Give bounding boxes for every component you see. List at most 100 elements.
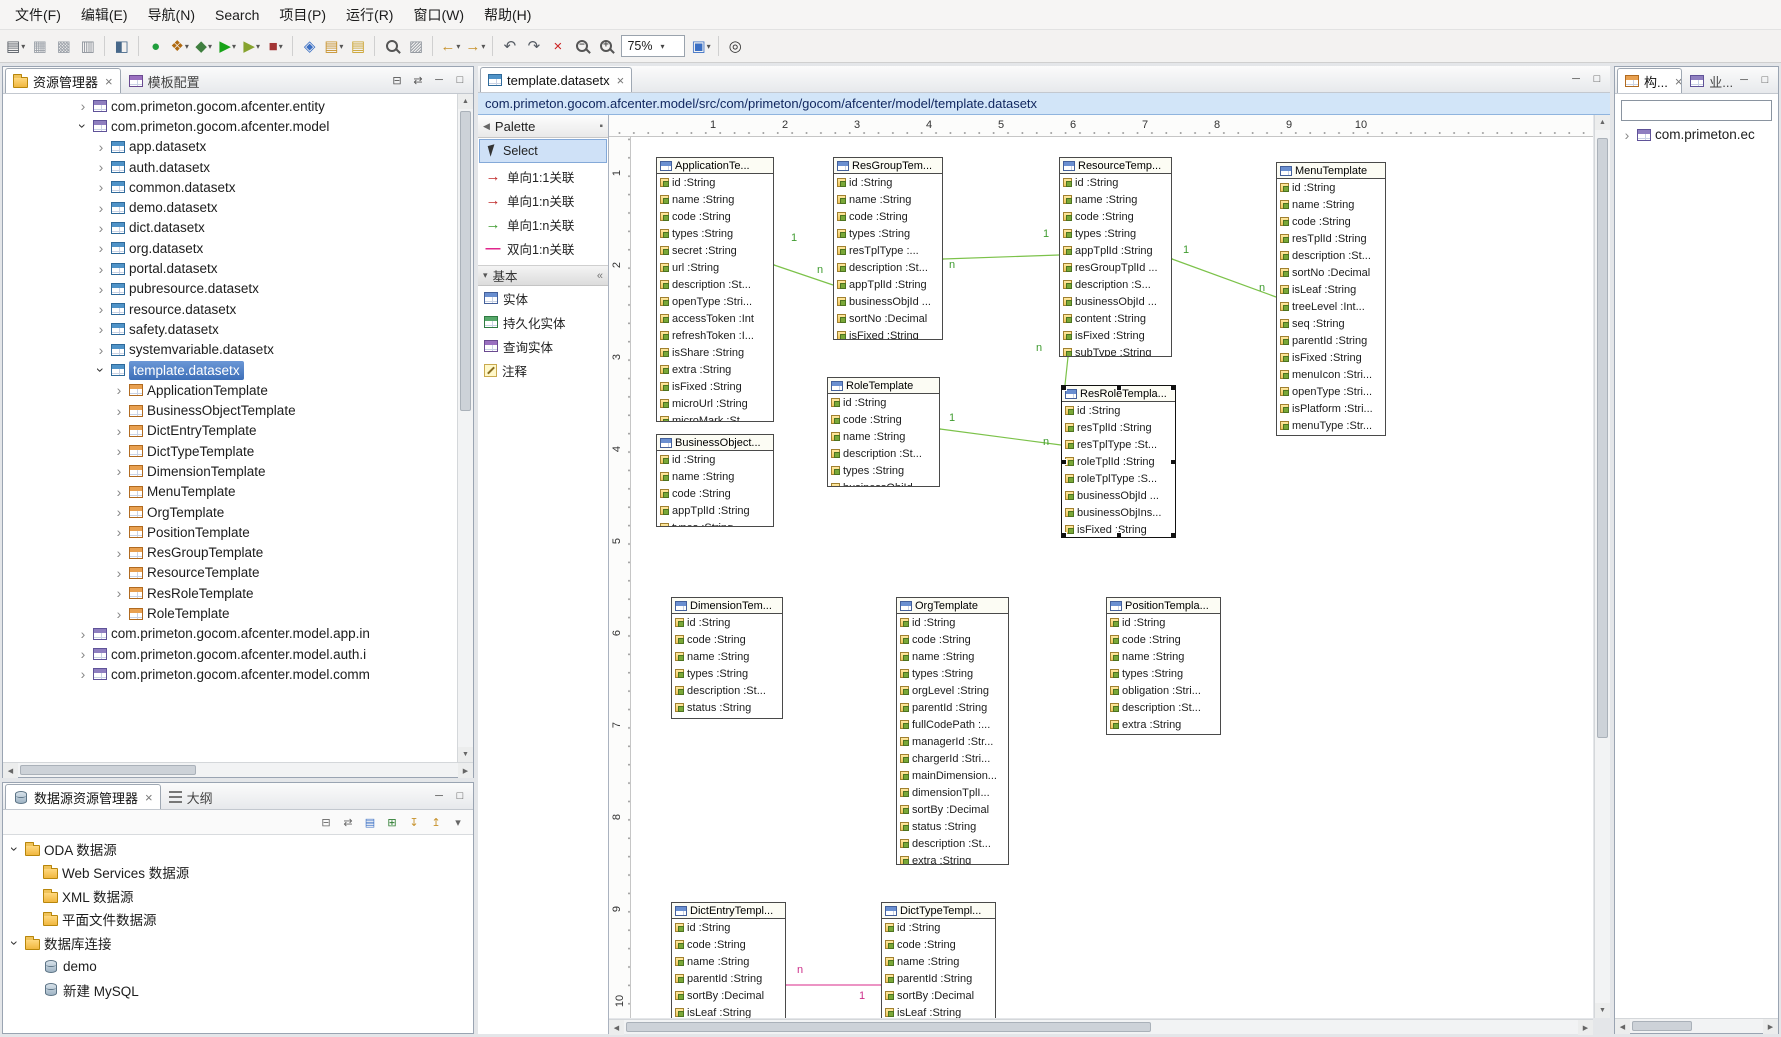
entity-field[interactable]: status :String	[672, 699, 782, 716]
tree-item[interactable]: ›ResGroupTemplate	[3, 543, 457, 563]
entity-field[interactable]: openType :Stri...	[1277, 383, 1385, 400]
entity-field[interactable]: name :String	[672, 953, 785, 970]
entity-field[interactable]: parentId :String	[882, 970, 995, 987]
entity-field[interactable]: name :String	[882, 953, 995, 970]
tree-item[interactable]: ›systemvariable.datasetx	[3, 340, 457, 360]
annotations-button[interactable]: ▨	[404, 34, 427, 58]
entity-field[interactable]: sortNo :Decimal	[1277, 264, 1385, 281]
entity-field[interactable]: code :String	[657, 485, 773, 502]
entity-field[interactable]: businessObjId	[828, 479, 939, 487]
palette-tool-2[interactable]: 查询实体	[478, 334, 608, 358]
new-wizard-button[interactable]: ▤▾	[4, 34, 27, 58]
scroll-up-button[interactable]: ▲	[1595, 115, 1610, 130]
tree-item-connection-demo[interactable]: ›demo	[3, 955, 457, 979]
entity-field[interactable]: name :String	[672, 648, 782, 665]
close-icon[interactable]: ×	[617, 73, 625, 88]
tree-item-oda-datasources[interactable]: ›ODA 数据源	[3, 837, 457, 861]
tree-item-database-connections[interactable]: ›数据库连接	[3, 931, 457, 955]
relationship-menu-resource[interactable]	[1172, 259, 1276, 297]
entity-field[interactable]: sortNo :Decimal	[834, 310, 942, 327]
palette-connection-tool-0[interactable]: →单向1:1关联	[478, 164, 608, 188]
entity-field[interactable]: name :String	[828, 428, 939, 445]
entity-field[interactable]: refreshToken :I...	[657, 327, 773, 344]
entity-field[interactable]: id :String	[897, 614, 1008, 631]
entity-field[interactable]: businessObjId ...	[1060, 293, 1171, 310]
tree-item[interactable]: ›ApplicationTemplate	[3, 380, 457, 400]
entity-field[interactable]: code :String	[1277, 213, 1385, 230]
zoom-in-button[interactable]: +	[594, 34, 617, 58]
palette-connection-tool-3[interactable]: —双向1:n关联	[478, 236, 608, 260]
entity-field[interactable]: fullCodePath :...	[897, 716, 1008, 733]
expand-chevron-icon[interactable]: ›	[113, 566, 125, 580]
palette-connection-tool-1[interactable]: →单向1:n关联	[478, 188, 608, 212]
zoom-level-select[interactable]: 75%▾	[621, 35, 685, 57]
entity-field[interactable]: code :String	[882, 936, 995, 953]
entity-field[interactable]: resTplId :String	[1277, 230, 1385, 247]
relationship-resgroup-application[interactable]	[774, 265, 833, 285]
redo-button[interactable]: ↷	[522, 34, 545, 58]
tree-item[interactable]: ›demo.datasetx	[3, 197, 457, 217]
expand-chevron-icon[interactable]: ›	[95, 262, 107, 276]
expand-chevron-icon[interactable]: ›	[113, 546, 125, 560]
datasource-maximize-button[interactable]: □	[451, 787, 469, 805]
entity-field[interactable]: name :String	[834, 191, 942, 208]
entity-field[interactable]: description :St...	[672, 682, 782, 699]
explorer-horizontal-scrollbar[interactable]: ◀ ▶	[3, 762, 473, 777]
entity-ResourceTemplate[interactable]: ResourceTemp...id :Stringname :Stringcod…	[1059, 157, 1172, 357]
ds-new-connection-button[interactable]: ⊞	[383, 813, 401, 831]
entity-field[interactable]: microUrl :String	[657, 395, 773, 412]
entity-field[interactable]: description :S...	[1060, 276, 1171, 293]
entity-field[interactable]: extra :String	[1107, 716, 1220, 733]
close-icon[interactable]: ×	[105, 74, 113, 89]
tree-item[interactable]: ›dict.datasetx	[3, 218, 457, 238]
tree-item[interactable]: ›safety.datasetx	[3, 319, 457, 339]
entity-field[interactable]: id :String	[882, 919, 995, 936]
expand-chevron-icon[interactable]: ›	[113, 505, 125, 519]
entity-field[interactable]: isShare :String	[657, 344, 773, 361]
data-source-explorer-button[interactable]: ▤▾	[322, 34, 345, 58]
delete-button[interactable]: ×	[546, 34, 569, 58]
scroll-thumb[interactable]	[626, 1022, 1151, 1032]
entity-field[interactable]: description :St...	[1107, 699, 1220, 716]
entity-field[interactable]: id :String	[672, 614, 782, 631]
explorer-minimize-button[interactable]: ─	[430, 71, 448, 89]
scroll-down-button[interactable]: ▼	[458, 747, 473, 762]
expand-chevron-icon[interactable]: ›	[113, 485, 125, 499]
scroll-left-button[interactable]: ◀	[1615, 1019, 1630, 1034]
entity-field[interactable]: isFixed :String	[1060, 327, 1171, 344]
entity-field[interactable]: resTplId :String	[1062, 419, 1175, 436]
palette-collapse-icon[interactable]: ◀	[483, 121, 490, 132]
entity-field[interactable]: code :String	[672, 631, 782, 648]
coverage-button[interactable]: ▶▾	[240, 34, 263, 58]
tab-outline[interactable]: 大纲	[161, 784, 221, 809]
expand-chevron-icon[interactable]: ›	[95, 343, 107, 357]
entity-field[interactable]: status :String	[897, 818, 1008, 835]
menu-window[interactable]: 窗口(W)	[404, 1, 473, 29]
entity-field[interactable]: resTplType :St...	[1062, 436, 1175, 453]
tree-item[interactable]: ›com.primeton.gocom.afcenter.entity	[3, 96, 457, 116]
expand-chevron-icon[interactable]: ›	[95, 160, 107, 174]
tree-item[interactable]: ›org.datasetx	[3, 238, 457, 258]
entity-field[interactable]: description :St...	[828, 445, 939, 462]
tree-item-connection-new-mysql[interactable]: ›新建 MySQL	[3, 978, 457, 1002]
entity-field[interactable]: chargerId :Stri...	[897, 750, 1008, 767]
tree-item[interactable]: ›PositionTemplate	[3, 522, 457, 542]
entity-field[interactable]: id :String	[1277, 179, 1385, 196]
expand-chevron-icon[interactable]: ›	[95, 140, 107, 154]
scroll-left-button[interactable]: ◀	[609, 1020, 624, 1035]
entity-field[interactable]: isFixed :String	[1277, 349, 1385, 366]
entity-field[interactable]: microMark :St...	[657, 412, 773, 422]
menu-project[interactable]: 项目(P)	[270, 1, 335, 29]
expand-chevron-icon[interactable]: ›	[95, 241, 107, 255]
entity-ApplicationTemplate[interactable]: ApplicationTe...id :Stringname :Stringco…	[656, 157, 774, 422]
entity-OrgTemplate[interactable]: OrgTemplateid :Stringcode :Stringname :S…	[896, 597, 1009, 865]
selection-handle[interactable]	[1061, 459, 1067, 465]
expand-chevron-icon[interactable]: ›	[95, 302, 107, 316]
new-service-button[interactable]: ●	[144, 34, 167, 58]
entity-field[interactable]: extra :String	[897, 852, 1008, 865]
entity-DictTypeTemplate[interactable]: DictTypeTempl...id :Stringcode :Stringna…	[881, 902, 996, 1018]
db-development-button[interactable]: ▤	[346, 34, 369, 58]
close-icon[interactable]: ×	[1675, 74, 1682, 89]
entity-ResGroupTemplate[interactable]: ResGroupTem...id :Stringname :Stringcode…	[833, 157, 943, 340]
expand-chevron-icon[interactable]: ›	[8, 843, 22, 855]
